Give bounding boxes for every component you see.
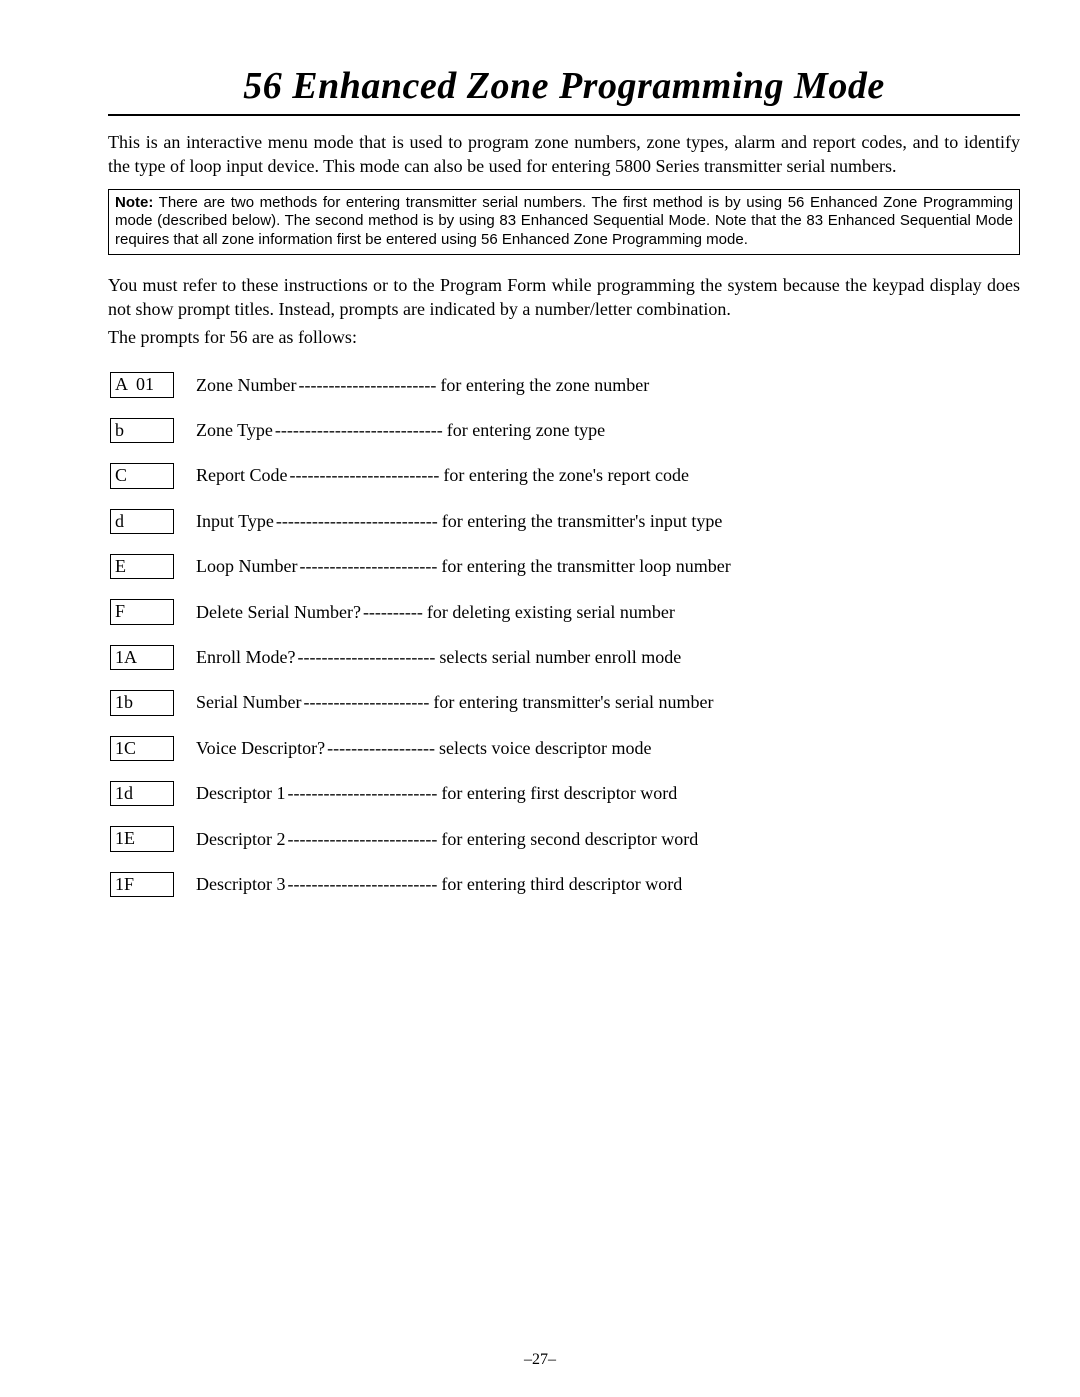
- prompt-label: Loop Number: [196, 556, 297, 577]
- page-number: –27–: [0, 1351, 1080, 1369]
- prompt-code: F: [110, 599, 174, 624]
- note-text: There are two methods for entering trans…: [115, 194, 1013, 249]
- prompt-row: 1A Enroll Mode? ----------------------- s…: [110, 645, 1020, 670]
- prompt-dashes: ------------------: [327, 738, 435, 759]
- prompt-dashes: -------------------------: [290, 465, 440, 486]
- prompt-code: 1A: [110, 645, 174, 670]
- prompt-code: b: [110, 418, 174, 443]
- prompt-label: Input Type: [196, 511, 274, 532]
- prompt-row: A 01Zone Number ----------------------- …: [110, 372, 1020, 397]
- prompt-row: E Loop Number ----------------------- for…: [110, 554, 1020, 579]
- prompt-code: 1E: [110, 826, 174, 851]
- prompt-row: C Report Code ------------------------- f…: [110, 463, 1020, 488]
- prompt-desc: for entering the transmitter loop number: [441, 556, 730, 577]
- prompt-label: Descriptor 1: [196, 783, 285, 804]
- prompt-row: F Delete Serial Number? ---------- for de…: [110, 599, 1020, 624]
- prompt-dashes: -----------------------: [299, 556, 437, 577]
- title-rule: [108, 114, 1020, 116]
- prompt-dashes: ---------------------------: [276, 511, 438, 532]
- prompt-code: 1C: [110, 736, 174, 761]
- prompt-label: Zone Type: [196, 420, 273, 441]
- prompt-label: Serial Number: [196, 692, 301, 713]
- prompt-dashes: -------------------------: [287, 874, 437, 895]
- prompt-row: 1E Descriptor 2 -------------------------…: [110, 826, 1020, 851]
- prompt-dashes: -------------------------: [287, 829, 437, 850]
- page-title: 56 Enhanced Zone Programming Mode: [108, 64, 1020, 108]
- prompt-desc: for entering first descriptor word: [441, 783, 677, 804]
- instructions-paragraph: You must refer to these instructions or …: [108, 273, 1020, 322]
- prompt-label: Enroll Mode?: [196, 647, 295, 668]
- prompt-label: Descriptor 3: [196, 874, 285, 895]
- prompt-row: bZone Type ---------------------------- …: [110, 418, 1020, 443]
- intro-paragraph: This is an interactive menu mode that is…: [108, 130, 1020, 179]
- prompt-desc: for deleting existing serial number: [427, 602, 675, 623]
- prompt-label: Voice Descriptor?: [196, 738, 325, 759]
- prompt-desc: for entering third descriptor word: [441, 874, 682, 895]
- prompts-lead: The prompts for 56 are as follows:: [108, 327, 1020, 348]
- prompt-code: 1F: [110, 872, 174, 897]
- prompt-code: 1b: [110, 690, 174, 715]
- prompt-label: Zone Number: [196, 375, 296, 396]
- prompt-desc: for entering the zone number: [440, 375, 649, 396]
- prompt-row: 1b Serial Number --------------------- fo…: [110, 690, 1020, 715]
- prompt-code: E: [110, 554, 174, 579]
- prompt-row: 1C Voice Descriptor? ------------------ s…: [110, 736, 1020, 761]
- prompt-label: Delete Serial Number?: [196, 602, 361, 623]
- document-page: 56 Enhanced Zone Programming Mode This i…: [0, 0, 1080, 1397]
- prompt-desc: for entering transmitter's serial number: [433, 692, 713, 713]
- prompt-code: 1d: [110, 781, 174, 806]
- note-box: Note: There are two methods for entering…: [108, 189, 1020, 255]
- prompt-dashes: ----------: [363, 602, 423, 623]
- prompt-desc: for entering second descriptor word: [441, 829, 698, 850]
- prompt-desc: selects serial number enroll mode: [439, 647, 681, 668]
- prompt-code: A 01: [110, 372, 174, 397]
- prompt-row: dInput Type --------------------------- …: [110, 509, 1020, 534]
- prompt-dashes: ----------------------------: [275, 420, 443, 441]
- note-label: Note:: [115, 194, 153, 211]
- prompt-desc: for entering zone type: [447, 420, 605, 441]
- prompt-code: C: [110, 463, 174, 488]
- prompt-row: 1d Descriptor 1 -------------------------…: [110, 781, 1020, 806]
- prompt-dashes: -----------------------: [297, 647, 435, 668]
- prompt-code: d: [110, 509, 174, 534]
- prompt-label: Descriptor 2: [196, 829, 285, 850]
- prompt-dashes: -------------------------: [287, 783, 437, 804]
- prompt-list: A 01Zone Number ----------------------- …: [110, 372, 1020, 897]
- prompt-dashes: ---------------------: [303, 692, 429, 713]
- prompt-label: Report Code: [196, 465, 288, 486]
- prompt-desc: for entering the zone's report code: [443, 465, 689, 486]
- prompt-desc: selects voice descriptor mode: [439, 738, 651, 759]
- prompt-row: 1F Descriptor 3 -------------------------…: [110, 872, 1020, 897]
- prompt-desc: for entering the transmitter's input typ…: [442, 511, 723, 532]
- prompt-dashes: -----------------------: [298, 375, 436, 396]
